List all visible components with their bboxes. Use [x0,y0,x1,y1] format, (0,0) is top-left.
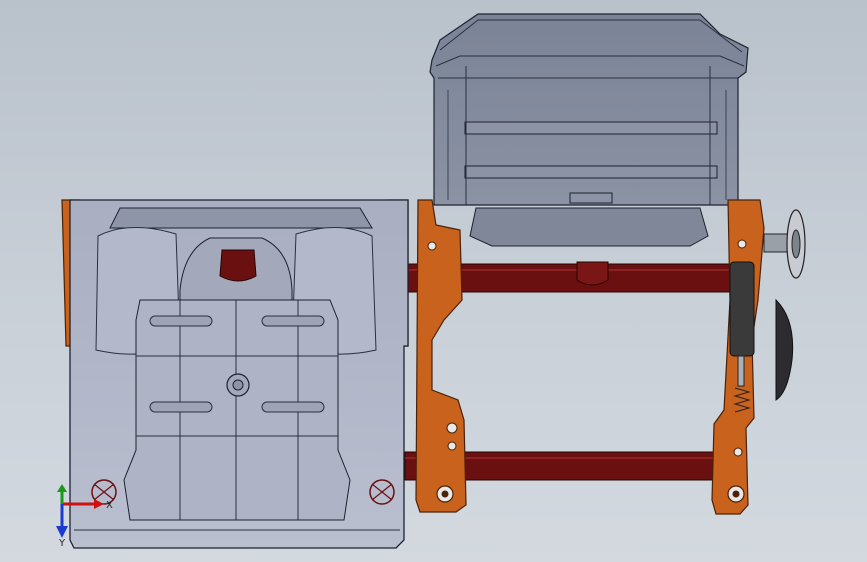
graphics-viewport[interactable]: X Y [0,0,867,562]
y-axis-label: Y [58,538,66,546]
z-axis-arrowhead [57,484,67,492]
x-axis-arrowhead [94,499,104,509]
axis-triad: X Y [56,484,113,546]
y-axis-arrowhead [56,526,68,538]
seat-assembly-model[interactable] [0,0,867,562]
x-axis-label: X [106,500,113,511]
adjust-knob-lower[interactable] [775,298,794,401]
seat-backrest[interactable] [429,13,749,247]
adjust-knob-upper[interactable] [763,209,806,279]
